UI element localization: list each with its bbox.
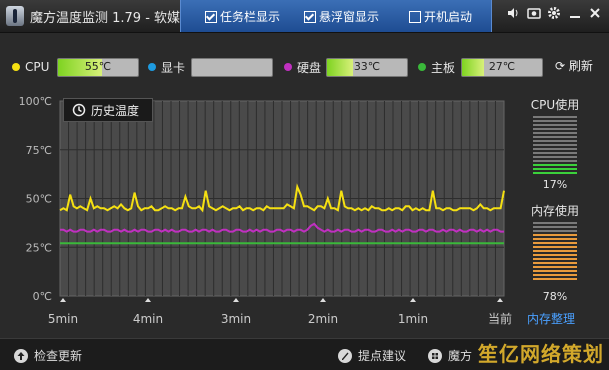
mem-usage-bar-segment (533, 266, 577, 268)
cpu-usage-bar-segment (533, 136, 577, 138)
more-button[interactable]: 魔方 (428, 347, 472, 364)
cpu-usage-bar-segment (533, 156, 577, 158)
x-tick-label: 1min (398, 312, 428, 326)
cpu-usage-bar-segment (533, 124, 577, 126)
x-tick-mark (320, 298, 326, 302)
check-update-label: 检查更新 (34, 349, 83, 363)
watermark: 笙亿网络策划 (478, 342, 604, 366)
clock-icon (72, 103, 86, 117)
cpu-usage-bar-segment (533, 160, 577, 162)
upload-arrow-icon (14, 348, 28, 363)
mem-usage-bar-segment (533, 242, 577, 244)
cpu-usage-title: CPU使用 (530, 98, 580, 112)
mem-usage-bar-segment (533, 278, 577, 280)
cpu-usage-bar-segment (533, 168, 577, 170)
grid-icon (428, 348, 442, 363)
mem-usage-bar-segment (533, 246, 577, 248)
cpu-usage-bar-segment (533, 128, 577, 130)
x-tick-label: 当前 (488, 311, 512, 326)
suggest-label: 提点建议 (358, 349, 407, 363)
check-update-button[interactable]: 检查更新 (14, 347, 82, 364)
x-tick-label: 3min (221, 312, 251, 326)
mem-usage-bar-segment (533, 222, 577, 224)
cpu-usage-value: 17% (542, 178, 568, 191)
x-tick-mark (233, 298, 239, 302)
cpu-usage-bar-segment (533, 120, 577, 122)
temperature-chart: 100℃ 75℃ 50℃ 25℃ 0℃ 5min 4min 3min 2min 1min 当前 (19, 95, 512, 326)
x-tick-label: 4min (133, 312, 163, 326)
x-tick-mark (497, 298, 503, 302)
mem-usage-bar-segment (533, 270, 577, 272)
x-tick-label: 2min (308, 312, 338, 326)
y-tick-label: 0℃ (33, 290, 52, 303)
x-tick-mark (410, 298, 416, 302)
history-temperature-label: 历史温度 (91, 103, 140, 118)
cpu-usage-bar-segment (533, 172, 577, 174)
mem-usage-bar-segment (533, 250, 577, 252)
mem-usage-bar-segment (533, 254, 577, 256)
mem-manage-link[interactable]: 内存整理 (527, 310, 575, 327)
mem-usage-bar-segment (533, 274, 577, 276)
cpu-usage-bar-segment (533, 140, 577, 142)
cpu-usage-bar-segment (533, 164, 577, 166)
cpu-usage-bar-segment (533, 116, 577, 118)
y-tick-label: 75℃ (26, 144, 52, 157)
mem-usage-bar-segment (533, 226, 577, 228)
cpu-usage-bar-segment (533, 144, 577, 146)
y-tick-label: 50℃ (26, 193, 52, 206)
y-tick-label: 100℃ (19, 95, 52, 108)
mem-usage-bar-segment (533, 230, 577, 232)
more-label: 魔方 (448, 349, 473, 363)
mem-usage-bar-segment (533, 258, 577, 260)
mem-usage-bar-segment (533, 262, 577, 264)
cpu-usage-bar-segment (533, 148, 577, 150)
x-tick-label: 5min (48, 312, 78, 326)
x-tick-mark (60, 298, 66, 302)
mem-usage-bar-segment (533, 238, 577, 240)
pen-icon (338, 348, 352, 363)
mem-usage-title: 内存使用 (530, 204, 579, 218)
cpu-usage-bar-segment (533, 152, 577, 154)
mem-usage-value: 78% (542, 290, 568, 303)
history-temperature-button[interactable]: 历史温度 (63, 98, 153, 122)
y-tick-label: 25℃ (26, 241, 52, 254)
suggest-button[interactable]: 提点建议 (338, 347, 406, 364)
mem-usage-bar-segment (533, 234, 577, 236)
cpu-usage-bar-segment (533, 132, 577, 134)
x-tick-mark (145, 298, 151, 302)
